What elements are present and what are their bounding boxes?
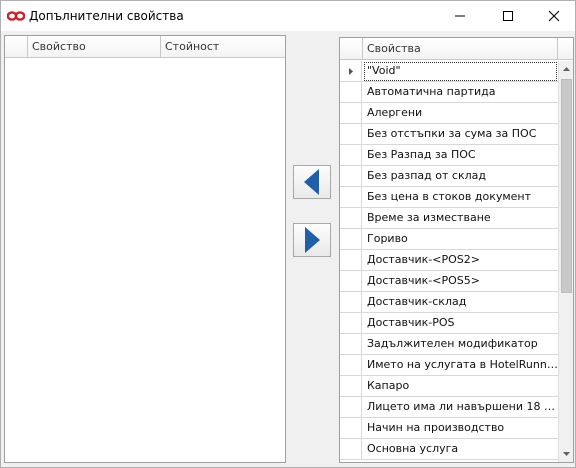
list-item[interactable]: Лицето има ли навършени 18 години <box>340 397 558 418</box>
close-button[interactable] <box>531 1 576 31</box>
property-name-cell[interactable]: Без отстъпки за сума за ПОС <box>363 124 558 145</box>
vertical-scrollbar[interactable] <box>558 61 573 462</box>
list-item[interactable]: Доставчик-<POS5> <box>340 271 558 292</box>
move-right-button[interactable] <box>293 223 331 257</box>
property-name-cell[interactable]: Доставчик-<POS2> <box>363 250 558 271</box>
window-title: Допълнителни свойства <box>29 9 184 23</box>
list-item[interactable]: Задължителен модификатор <box>340 334 558 355</box>
list-item[interactable]: Без отстъпки за сума за ПОС <box>340 124 558 145</box>
move-left-button[interactable] <box>293 165 331 199</box>
property-name-cell[interactable]: Капаро <box>363 376 558 397</box>
row-indicator[interactable] <box>340 187 362 208</box>
grid-header: Свойство Стойност <box>5 36 285 58</box>
scroll-down-button[interactable] <box>559 446 573 462</box>
row-indicator-header <box>340 38 363 60</box>
chevron-down-icon <box>563 452 570 456</box>
scroll-up-button[interactable] <box>559 61 573 77</box>
scroll-thumb[interactable] <box>561 79 572 293</box>
current-row-indicator-icon <box>348 68 353 75</box>
row-indicator[interactable] <box>340 124 362 145</box>
property-name-cell[interactable]: Лицето има ли навършени 18 години <box>363 397 558 418</box>
maximize-button[interactable] <box>485 1 531 31</box>
property-name-cell[interactable]: Без цена в стоков документ <box>363 187 558 208</box>
row-indicator[interactable] <box>340 355 362 376</box>
row-indicator[interactable] <box>340 334 362 355</box>
row-indicator[interactable] <box>340 250 362 271</box>
close-icon <box>548 10 560 22</box>
list-item[interactable]: Без цена в стоков документ <box>340 187 558 208</box>
property-name-cell[interactable]: Задължителен модификатор <box>363 334 558 355</box>
available-properties-list: "Void" Автоматична партида Алергени Без отс… <box>340 61 558 460</box>
row-indicator[interactable] <box>340 166 362 187</box>
grid-header: Свойства <box>340 38 573 60</box>
list-item[interactable]: Доставчик-склад <box>340 292 558 313</box>
property-name-cell[interactable]: Начин на производство <box>363 418 558 439</box>
list-item[interactable]: Автоматична партида <box>340 82 558 103</box>
row-indicator[interactable] <box>340 418 362 439</box>
list-item[interactable]: Време за изместване <box>340 208 558 229</box>
property-name-cell[interactable]: Доставчик-склад <box>363 292 558 313</box>
column-header-properties[interactable]: Свойства <box>363 38 558 60</box>
property-name-cell[interactable]: Без Разпад за ПОС <box>363 145 558 166</box>
row-indicator[interactable] <box>340 376 362 397</box>
property-name-cell[interactable]: Името на услугата в HotelRunner <box>363 355 558 376</box>
list-item[interactable]: Капаро <box>340 376 558 397</box>
list-item[interactable]: Доставчик-<POS2> <box>340 250 558 271</box>
assigned-properties-grid[interactable]: Свойство Стойност <box>4 35 286 463</box>
list-item[interactable]: Гориво <box>340 229 558 250</box>
row-indicator[interactable] <box>340 397 362 418</box>
row-indicator[interactable] <box>340 313 362 334</box>
list-item[interactable]: Алергени <box>340 103 558 124</box>
property-name-cell[interactable]: Гориво <box>363 229 558 250</box>
list-item[interactable]: "Void" <box>340 61 558 82</box>
row-indicator-header <box>5 36 28 58</box>
property-name-cell[interactable]: Доставчик-<POS5> <box>363 271 558 292</box>
minimize-button[interactable] <box>437 1 483 31</box>
list-item[interactable]: Начин на производство <box>340 418 558 439</box>
list-item[interactable]: Основна услуга <box>340 439 558 460</box>
available-properties-grid[interactable]: Свойства "Void" Автоматична партида Алерге… <box>339 37 574 463</box>
property-name-cell[interactable]: Време за изместване <box>363 208 558 229</box>
row-indicator[interactable] <box>340 292 362 313</box>
list-item[interactable]: Без Разпад за ПОС <box>340 145 558 166</box>
properties-window: Допълнителни свойства Свойство Стойност … <box>0 0 576 468</box>
column-header-value[interactable]: Стойност <box>161 36 285 58</box>
list-item[interactable]: Името на услугата в HotelRunner <box>340 355 558 376</box>
arrow-right-icon <box>305 227 320 253</box>
list-item[interactable]: Доставчик-POS <box>340 313 558 334</box>
column-header-property[interactable]: Свойство <box>28 36 161 58</box>
property-name-cell[interactable]: Алергени <box>363 103 558 124</box>
list-item[interactable]: Без разпад от склад <box>340 166 558 187</box>
minimize-icon <box>455 15 465 17</box>
row-indicator[interactable] <box>340 229 362 250</box>
row-indicator[interactable] <box>340 145 362 166</box>
row-indicator[interactable] <box>340 439 362 460</box>
property-name-cell[interactable]: Доставчик-POS <box>363 313 558 334</box>
chevron-up-icon <box>563 67 570 71</box>
property-name-cell[interactable]: Автоматична партида <box>363 82 558 103</box>
property-name-cell[interactable]: "Void" <box>363 61 558 82</box>
title-bar[interactable]: Допълнителни свойства <box>1 1 575 31</box>
row-indicator[interactable] <box>340 61 362 82</box>
app-logo-icon <box>7 11 25 21</box>
row-indicator[interactable] <box>340 82 362 103</box>
arrow-left-icon <box>304 169 319 195</box>
row-indicator[interactable] <box>340 208 362 229</box>
row-indicator[interactable] <box>340 271 362 292</box>
maximize-icon <box>503 11 513 21</box>
row-indicator[interactable] <box>340 103 362 124</box>
property-name-cell[interactable]: Без разпад от склад <box>363 166 558 187</box>
property-name-cell[interactable]: Основна услуга <box>363 439 558 460</box>
